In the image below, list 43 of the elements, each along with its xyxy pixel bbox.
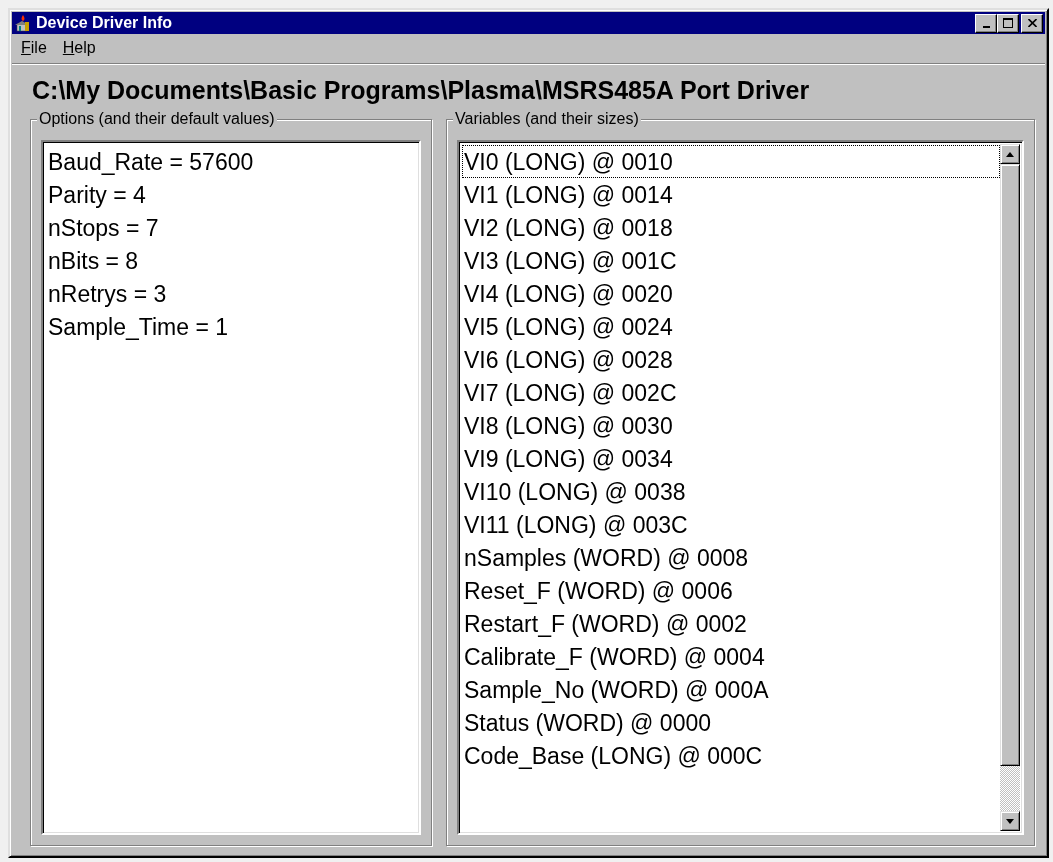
option-item[interactable]: nStops = 7 <box>46 211 416 244</box>
option-item[interactable]: nBits = 8 <box>46 244 416 277</box>
variable-item[interactable]: VI9 (LONG) @ 0034 <box>462 442 1000 475</box>
file-path-heading: C:\My Documents\Basic Programs\Plasma\MSRS485A Port Driver <box>32 76 811 105</box>
variable-item[interactable]: nSamples (WORD) @ 0008 <box>462 541 1000 574</box>
maximize-button[interactable] <box>997 13 1019 33</box>
option-item[interactable]: Baud_Rate = 57600 <box>46 145 416 178</box>
variable-item[interactable]: VI1 (LONG) @ 0014 <box>462 178 1000 211</box>
close-button[interactable] <box>1021 13 1043 33</box>
down-arrow-icon <box>1006 818 1014 824</box>
variable-item[interactable]: Sample_No (WORD) @ 000A <box>462 673 1000 706</box>
variable-item[interactable]: Reset_F (WORD) @ 0006 <box>462 574 1000 607</box>
variable-item[interactable]: VI0 (LONG) @ 0010 <box>462 145 1000 178</box>
option-item[interactable]: nRetrys = 3 <box>46 277 416 310</box>
variable-item[interactable]: VI7 (LONG) @ 002C <box>462 376 1000 409</box>
option-item[interactable]: Sample_Time = 1 <box>46 310 416 343</box>
variable-item[interactable]: VI2 (LONG) @ 0018 <box>462 211 1000 244</box>
app-icon <box>14 14 32 32</box>
variable-item[interactable]: VI6 (LONG) @ 0028 <box>462 343 1000 376</box>
variable-item[interactable]: Status (WORD) @ 0000 <box>462 706 1000 739</box>
variable-item[interactable]: VI10 (LONG) @ 0038 <box>462 475 1000 508</box>
variable-item[interactable]: Code_Base (LONG) @ 000C <box>462 739 1000 772</box>
variable-item[interactable]: VI11 (LONG) @ 003C <box>462 508 1000 541</box>
variable-item[interactable]: Calibrate_F (WORD) @ 0004 <box>462 640 1000 673</box>
variable-item[interactable]: Restart_F (WORD) @ 0002 <box>462 607 1000 640</box>
variable-item[interactable]: VI5 (LONG) @ 0024 <box>462 310 1000 343</box>
variable-item[interactable]: VI4 (LONG) @ 0020 <box>462 277 1000 310</box>
variable-item[interactable]: VI3 (LONG) @ 001C <box>462 244 1000 277</box>
scroll-down-button[interactable] <box>1000 811 1020 831</box>
scroll-up-button[interactable] <box>1000 144 1020 164</box>
maximize-icon <box>1003 18 1013 28</box>
group-title: Options (and their default values) <box>37 110 277 128</box>
options-list[interactable]: Baud_Rate = 57600 Parity = 4 nStops = 7 nBits = 8 nRetrys = 3 Sample_Time = 1 <box>41 140 421 835</box>
window-title: Device Driver Info <box>36 14 174 32</box>
group-title: Variables (and their sizes) <box>453 110 641 128</box>
variable-item[interactable]: VI8 (LONG) @ 0030 <box>462 409 1000 442</box>
option-item[interactable]: Parity = 4 <box>46 178 416 211</box>
menu-item[interactable]: Help <box>57 38 101 58</box>
up-arrow-icon <box>1006 151 1014 157</box>
minimize-button[interactable] <box>975 13 997 33</box>
close-icon <box>1027 19 1037 27</box>
menu-item[interactable]: File <box>16 38 52 58</box>
minimize-icon <box>982 26 990 28</box>
